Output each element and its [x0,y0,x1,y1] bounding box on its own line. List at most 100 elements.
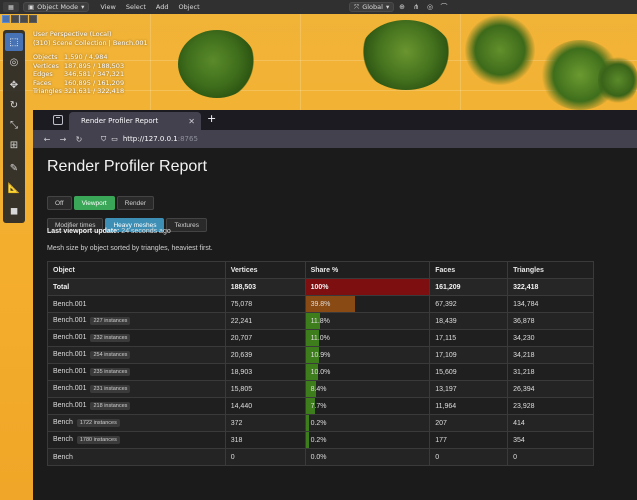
chevron-down-icon: ▾ [385,3,390,11]
editor-type-button[interactable]: ▦ [3,2,19,12]
table-row: Bench.001 231 instances 15,805 8.4% 13,197 26… [47,380,594,398]
share-value: 0.2% [310,436,327,444]
vertices-cell: 15,805 [224,380,306,398]
tree-model [360,20,452,90]
instance-badge: 235 instances [90,368,131,376]
url-bar[interactable]: ⛉ ▭ http://127.0.0.1:8765 [101,132,637,146]
object-name: Bench.001 [53,300,87,308]
vertices-cell: 318 [224,431,306,449]
share-cell: 7.7% [304,397,431,415]
select-new-icon[interactable] [2,15,10,23]
mode-button-group: Off Viewport Render [47,196,155,210]
measure-tool-icon[interactable]: 📐 [5,179,23,197]
table-row: Bench.001 254 instances 20,639 10.9% 17,109 3… [47,346,594,364]
table-row: Bench 1722 instances 372 0.2% 207 414 [47,414,594,432]
instance-badge: 227 instances [90,317,131,325]
table-row: Bench 1780 instances 318 0.2% 177 354 [47,431,594,449]
select-invert-icon[interactable] [29,15,37,23]
object-name: Bench [53,419,73,426]
table-header-row: Object Vertices Share % Faces Triangles [47,261,594,279]
viewport-button[interactable]: Viewport [73,196,115,210]
object-name: Bench.001 [53,351,87,358]
object-cell: Total [47,278,226,296]
column-header: Triangles [507,261,594,279]
object-name: Bench [53,453,73,461]
close-icon[interactable]: ✕ [188,117,195,126]
forward-icon[interactable]: → [55,135,71,144]
textures-button[interactable]: Textures [166,218,208,232]
stat-row: Vertices 187,895 / 188,503 [33,61,125,70]
render-button[interactable]: Render [116,196,155,210]
menu-add[interactable]: Add [151,0,174,14]
add-cube-tool-icon[interactable]: ◼ [5,202,23,220]
menu-view[interactable]: View [95,0,120,14]
vertices-cell: 20,707 [224,329,306,347]
triangles-cell: 0 [507,448,594,466]
faces-cell: 177 [429,431,509,449]
faces-cell: 17,115 [429,329,509,347]
stat-row: Objects 1,590 / 4,984 [33,53,108,61]
faces-cell: 207 [429,414,509,432]
selection-mode-row [0,14,40,24]
tab-bar: Render Profiler Report ✕ + [33,110,637,130]
last-update-text: Last viewport update: 24 seconds ago [47,228,171,235]
tool-column: ⬚ ◎ ✥ ↻ ⤡ ⊞ ✎ 📐 ◼ [3,30,25,223]
new-tab-icon[interactable]: + [207,112,216,125]
cursor-tool-icon[interactable]: ◎ [5,53,23,71]
last-update-label: Last viewport update: [47,228,120,235]
transform-orientation-dropdown[interactable]: ⤧ Global ▾ [349,2,395,12]
browser-tab[interactable]: Render Profiler Report ✕ [69,112,201,130]
off-button[interactable]: Off [47,196,72,210]
orientation-icon: ⤧ [354,2,360,11]
table-description: Mesh size by object sorted by triangles,… [47,245,213,252]
total-row: Total 188,503 100% 161,209 322,418 [47,278,594,296]
object-cell: Bench.001 227 instances [47,312,226,330]
back-icon[interactable]: ← [39,135,55,144]
proportional-edit-icon[interactable]: ◎ [424,2,436,12]
page-icon[interactable] [53,115,63,125]
url-host: http://127.0.0.1 [122,135,178,143]
share-cell: 39.8% [304,295,431,313]
table-row: Bench.001 232 instances 20,707 11.0% 17,115 3… [47,329,594,347]
pivot-icon[interactable]: ⊕ [396,2,408,12]
menu-object[interactable]: Object [173,0,204,14]
object-name: Bench.001 [53,334,87,341]
falloff-icon[interactable]: ⌒ [438,2,450,12]
move-tool-icon[interactable]: ✥ [5,76,23,94]
scale-tool-icon[interactable]: ⤡ [5,116,23,134]
object-cell: Bench.001 218 instances [47,397,226,415]
browser-window: Render Profiler Report ✕ + ← → ↻ ⛉ ▭ htt… [33,110,637,500]
rotate-tool-icon[interactable]: ↻ [5,96,23,114]
triangles-cell: 23,928 [507,397,594,415]
instance-badge: 231 instances [90,385,131,393]
transform-tool-icon[interactable]: ⊞ [5,136,23,154]
object-cell: Bench [47,448,226,466]
share-cell: 10.9% [304,346,431,364]
object-mode-dropdown[interactable]: ▣ Object Mode ▾ [23,2,90,12]
share-cell: 0.2% [304,431,431,449]
triangles-cell: 34,218 [507,346,594,364]
menu-select[interactable]: Select [121,0,151,14]
share-value: 7.7% [310,402,327,410]
select-extend-icon[interactable] [11,15,19,23]
instance-badge: 218 instances [90,402,131,410]
annotate-tool-icon[interactable]: ✎ [5,159,23,177]
page-title: Render Profiler Report [47,158,208,175]
url-port: :8765 [177,135,198,143]
share-value: 100% [310,283,329,291]
nav-bar: ← → ↻ ⛉ ▭ http://127.0.0.1:8765 [33,130,637,148]
vertices-cell: 20,639 [224,346,306,364]
table-row: Bench.001 235 instances 18,903 10.0% 15,609 3… [47,363,594,381]
share-cell: 11.8% [304,312,431,330]
snap-icon[interactable]: ⋔ [410,2,422,12]
last-update-value: 24 seconds ago [121,228,171,235]
instance-badge: 1722 instances [76,419,120,427]
share-cell: 100% [304,278,431,296]
reload-icon[interactable]: ↻ [71,135,87,144]
share-value: 0.2% [310,419,327,427]
column-header: Faces [429,261,509,279]
select-box-tool-icon[interactable]: ⬚ [5,33,23,51]
table-row: Bench.001 227 instances 22,241 11.8% 18,439 3… [47,312,594,330]
faces-cell: 11,964 [429,397,509,415]
select-subtract-icon[interactable] [20,15,28,23]
